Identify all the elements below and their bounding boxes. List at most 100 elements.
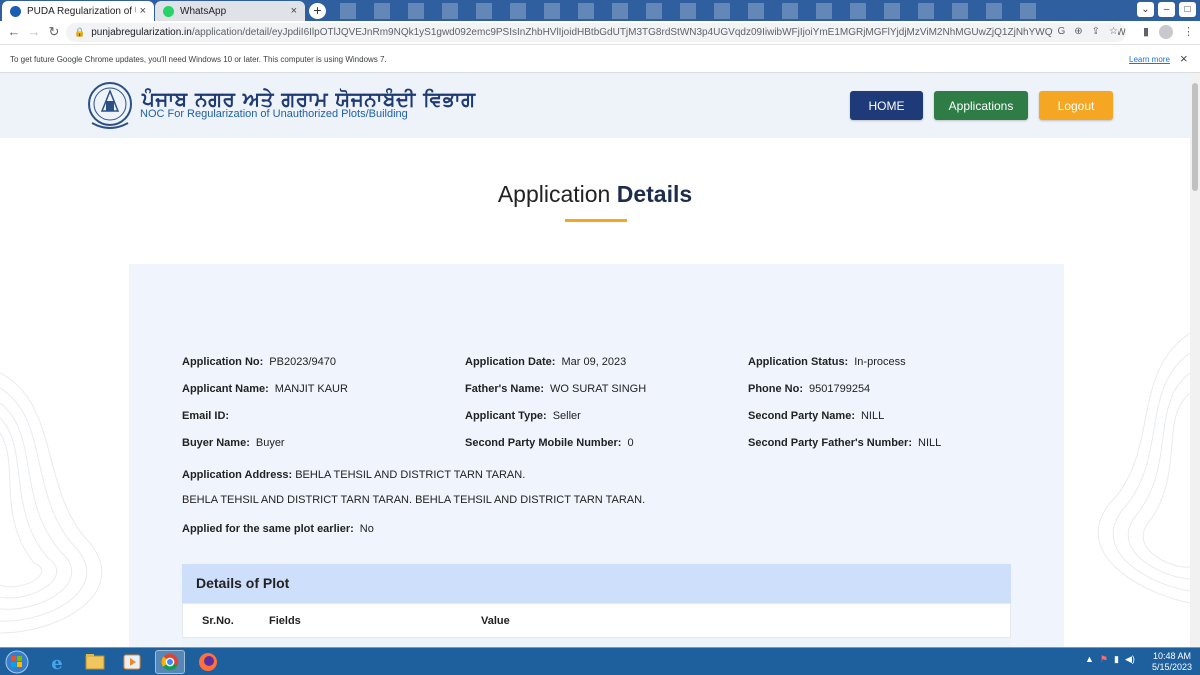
restore-icon[interactable]: □ xyxy=(1179,2,1196,17)
field-value: WO SURAT SINGH xyxy=(550,383,647,395)
file-explorer-icon[interactable] xyxy=(80,650,110,674)
field-same-plot-earlier: Applied for the same plot earlier: No xyxy=(182,523,374,535)
field-value: Mar 09, 2023 xyxy=(561,356,627,368)
lock-icon[interactable]: 🔒 xyxy=(74,27,85,38)
field-value: 0 xyxy=(627,437,634,449)
side-panel-icon[interactable]: ▮ xyxy=(1143,25,1149,39)
puda-favicon-icon xyxy=(10,5,21,17)
tab-title: PUDA Regularization of Unauthoriz xyxy=(27,5,136,17)
share-icon[interactable]: ⇪ xyxy=(1092,26,1100,37)
field-label: Email ID: xyxy=(182,410,230,422)
field-label: Applicant Type: xyxy=(465,410,547,422)
forward-arrow-icon[interactable]: → xyxy=(26,24,42,40)
windows-start-icon[interactable] xyxy=(2,650,32,674)
google-lens-icon[interactable]: G xyxy=(1057,26,1065,37)
field-value: No xyxy=(359,523,374,535)
url-path: /application/detail/eyJpdiI6IlpOTlJQVEJn… xyxy=(191,27,1126,38)
system-tray: ▲ ⚑ ▮ ◀) xyxy=(1085,654,1135,665)
infobar-message: To get future Google Chrome updates, you… xyxy=(10,55,387,64)
field-applicant-name: Applicant Name: MANJIT KAUR xyxy=(182,383,348,395)
tab-whatsapp[interactable]: WhatsApp × xyxy=(155,1,305,21)
volume-icon[interactable]: ◀) xyxy=(1125,654,1135,665)
clock-date: 5/15/2023 xyxy=(1151,662,1193,672)
title-underline xyxy=(565,219,627,222)
profile-avatar-icon[interactable] xyxy=(1159,25,1173,39)
field-application-status: Application Status: In-process xyxy=(748,356,906,368)
page-title-bold-word: Details xyxy=(616,181,693,207)
show-hidden-icons-icon[interactable]: ▲ xyxy=(1085,654,1094,665)
windows-taskbar: e ▲ ⚑ ▮ ◀) 10:48 AM 5/15/2023 xyxy=(0,647,1200,675)
field-label: Phone No: xyxy=(748,383,803,395)
field-second-party-father: Second Party Father's Number: NILL xyxy=(748,437,941,449)
field-second-party-mobile: Second Party Mobile Number: 0 xyxy=(465,437,634,449)
field-label: Application No: xyxy=(182,356,264,368)
column-header-sr-no: Sr.No. xyxy=(202,615,234,627)
zoom-icon[interactable]: ⊕ xyxy=(1074,26,1082,37)
close-tab-icon[interactable]: × xyxy=(140,5,146,17)
bookmark-star-icon[interactable]: ☆ xyxy=(1109,26,1118,37)
logout-button[interactable]: Logout xyxy=(1039,91,1113,120)
tab-puda[interactable]: PUDA Regularization of Unauthoriz × xyxy=(2,1,154,21)
field-applicant-type: Applicant Type: Seller xyxy=(465,410,581,422)
tab-search-icon[interactable]: ⌄ xyxy=(1137,2,1154,17)
field-value: BEHLA TEHSIL AND DISTRICT TARN TARAN. xyxy=(295,469,526,481)
field-second-party-name: Second Party Name: NILL xyxy=(748,410,884,422)
status-value: In-process xyxy=(854,356,906,368)
address-continuation: BEHLA TEHSIL AND DISTRICT TARN TARAN. BE… xyxy=(182,494,645,506)
taskbar-clock[interactable]: 10:48 AM 5/15/2023 xyxy=(1148,651,1196,673)
page-title-word: Application xyxy=(497,181,611,207)
page-scrollbar[interactable] xyxy=(1190,73,1200,647)
plot-details-heading: Details of Plot xyxy=(182,564,1011,603)
action-center-flag-icon[interactable]: ⚑ xyxy=(1100,654,1108,665)
applications-button[interactable]: Applications xyxy=(934,91,1028,120)
address-bar[interactable]: 🔒 punjabregularization.in /application/d… xyxy=(66,23,1126,42)
field-fathers-name: Father's Name: WO SURAT SINGH xyxy=(465,383,646,395)
field-application-date: Application Date: Mar 09, 2023 xyxy=(465,356,626,368)
field-phone: Phone No: 9501799254 xyxy=(748,383,870,395)
column-header-fields: Fields xyxy=(269,615,301,627)
chrome-update-infobar: To get future Google Chrome updates, you… xyxy=(0,46,1200,73)
media-player-icon[interactable] xyxy=(117,650,147,674)
field-label: Father's Name: xyxy=(465,383,545,395)
plot-table-header-row: Sr.No. Fields Value xyxy=(182,603,1011,638)
plot-table-row xyxy=(182,638,1011,647)
firefox-icon[interactable] xyxy=(193,650,223,674)
site-subtitle: NOC For Regularization of Unauthorized P… xyxy=(140,108,408,120)
field-value: 9501799254 xyxy=(809,383,871,395)
field-application-no: Application No: PB2023/9470 xyxy=(182,356,336,368)
minimize-icon[interactable]: – xyxy=(1158,2,1175,17)
tab-title: WhatsApp xyxy=(180,5,227,17)
close-tab-icon[interactable]: × xyxy=(291,5,297,17)
field-label: Second Party Father's Number: xyxy=(748,437,912,449)
field-value: PB2023/9470 xyxy=(269,356,336,368)
clock-time: 10:48 AM xyxy=(1152,651,1192,661)
field-value: Seller xyxy=(552,410,581,422)
home-button[interactable]: HOME xyxy=(850,91,923,120)
new-tab-button[interactable]: + xyxy=(309,3,326,19)
learn-more-link[interactable]: Learn more xyxy=(1129,55,1170,64)
page-content: ਪੰਜਾਬ ਨਗਰ ਅਤੇ ਗਰਾਮ ਯੋਜਨਾਬੰਦੀ ਵਿਭਾਗ NOC F… xyxy=(0,73,1190,647)
taskbar-background-icons xyxy=(340,3,1040,19)
field-value: BEHLA TEHSIL AND DISTRICT TARN TARAN. BE… xyxy=(182,494,646,506)
field-label: Application Date: xyxy=(465,356,556,368)
field-value: NILL xyxy=(918,437,942,449)
punjab-government-emblem-icon[interactable] xyxy=(86,79,134,133)
close-infobar-icon[interactable]: × xyxy=(1180,51,1188,66)
whatsapp-favicon-icon xyxy=(163,5,174,17)
network-icon[interactable]: ▮ xyxy=(1114,654,1119,665)
scrollbar-thumb[interactable] xyxy=(1192,83,1198,191)
field-label: Buyer Name: xyxy=(182,437,250,449)
field-label: Second Party Name: xyxy=(748,410,855,422)
back-arrow-icon[interactable]: ← xyxy=(6,24,22,40)
browser-tab-strip: PUDA Regularization of Unauthoriz × What… xyxy=(0,0,1200,21)
field-application-address: Application Address: BEHLA TEHSIL AND DIS… xyxy=(182,469,525,481)
svg-text:e: e xyxy=(51,653,62,674)
field-value: NILL xyxy=(860,410,885,422)
chrome-menu-icon[interactable]: ⋮ xyxy=(1183,25,1194,39)
column-header-value: Value xyxy=(481,615,510,627)
chrome-taskbar-icon[interactable] xyxy=(155,650,185,674)
internet-explorer-icon[interactable]: e xyxy=(42,650,72,674)
reload-icon[interactable]: ↻ xyxy=(46,24,62,40)
field-email: Email ID: xyxy=(182,410,235,422)
field-label: Second Party Mobile Number: xyxy=(465,437,622,449)
